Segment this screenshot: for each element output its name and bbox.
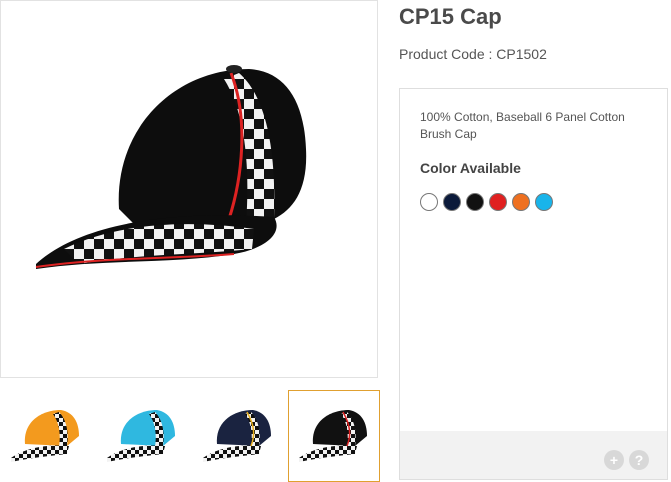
thumbnail-strip <box>0 390 380 482</box>
cap-icon <box>299 410 367 462</box>
product-details-panel: 100% Cotton, Baseball 6 Panel Cotton Bru… <box>399 88 668 480</box>
color-swatch-red[interactable] <box>489 193 507 211</box>
cap-icon <box>11 410 79 462</box>
cap-icon <box>203 410 271 462</box>
product-description: 100% Cotton, Baseball 6 Panel Cotton Bru… <box>420 110 625 141</box>
color-swatch-navy[interactable] <box>443 193 461 211</box>
color-swatch-black[interactable] <box>466 193 484 211</box>
color-swatches <box>420 193 553 211</box>
color-swatch-orange[interactable] <box>512 193 530 211</box>
color-swatch-sky-blue[interactable] <box>535 193 553 211</box>
cyan-cap-thumbnail[interactable] <box>96 390 188 482</box>
orange-cap-thumbnail[interactable] <box>0 390 92 482</box>
question-icon[interactable]: ? <box>629 450 649 470</box>
cap-icon <box>35 65 307 269</box>
cap-icon <box>107 410 175 462</box>
navy-cap-thumbnail[interactable] <box>192 390 284 482</box>
main-product-image[interactable] <box>0 0 378 378</box>
color-swatch-white[interactable] <box>420 193 438 211</box>
plus-icon[interactable]: + <box>604 450 624 470</box>
panel-footer: + ? <box>400 431 667 479</box>
color-available-heading: Color Available <box>420 160 521 176</box>
black-cap-thumbnail[interactable] <box>288 390 380 482</box>
product-title: CP15 Cap <box>399 4 502 29</box>
product-code: Product Code : CP1502 <box>399 46 547 62</box>
